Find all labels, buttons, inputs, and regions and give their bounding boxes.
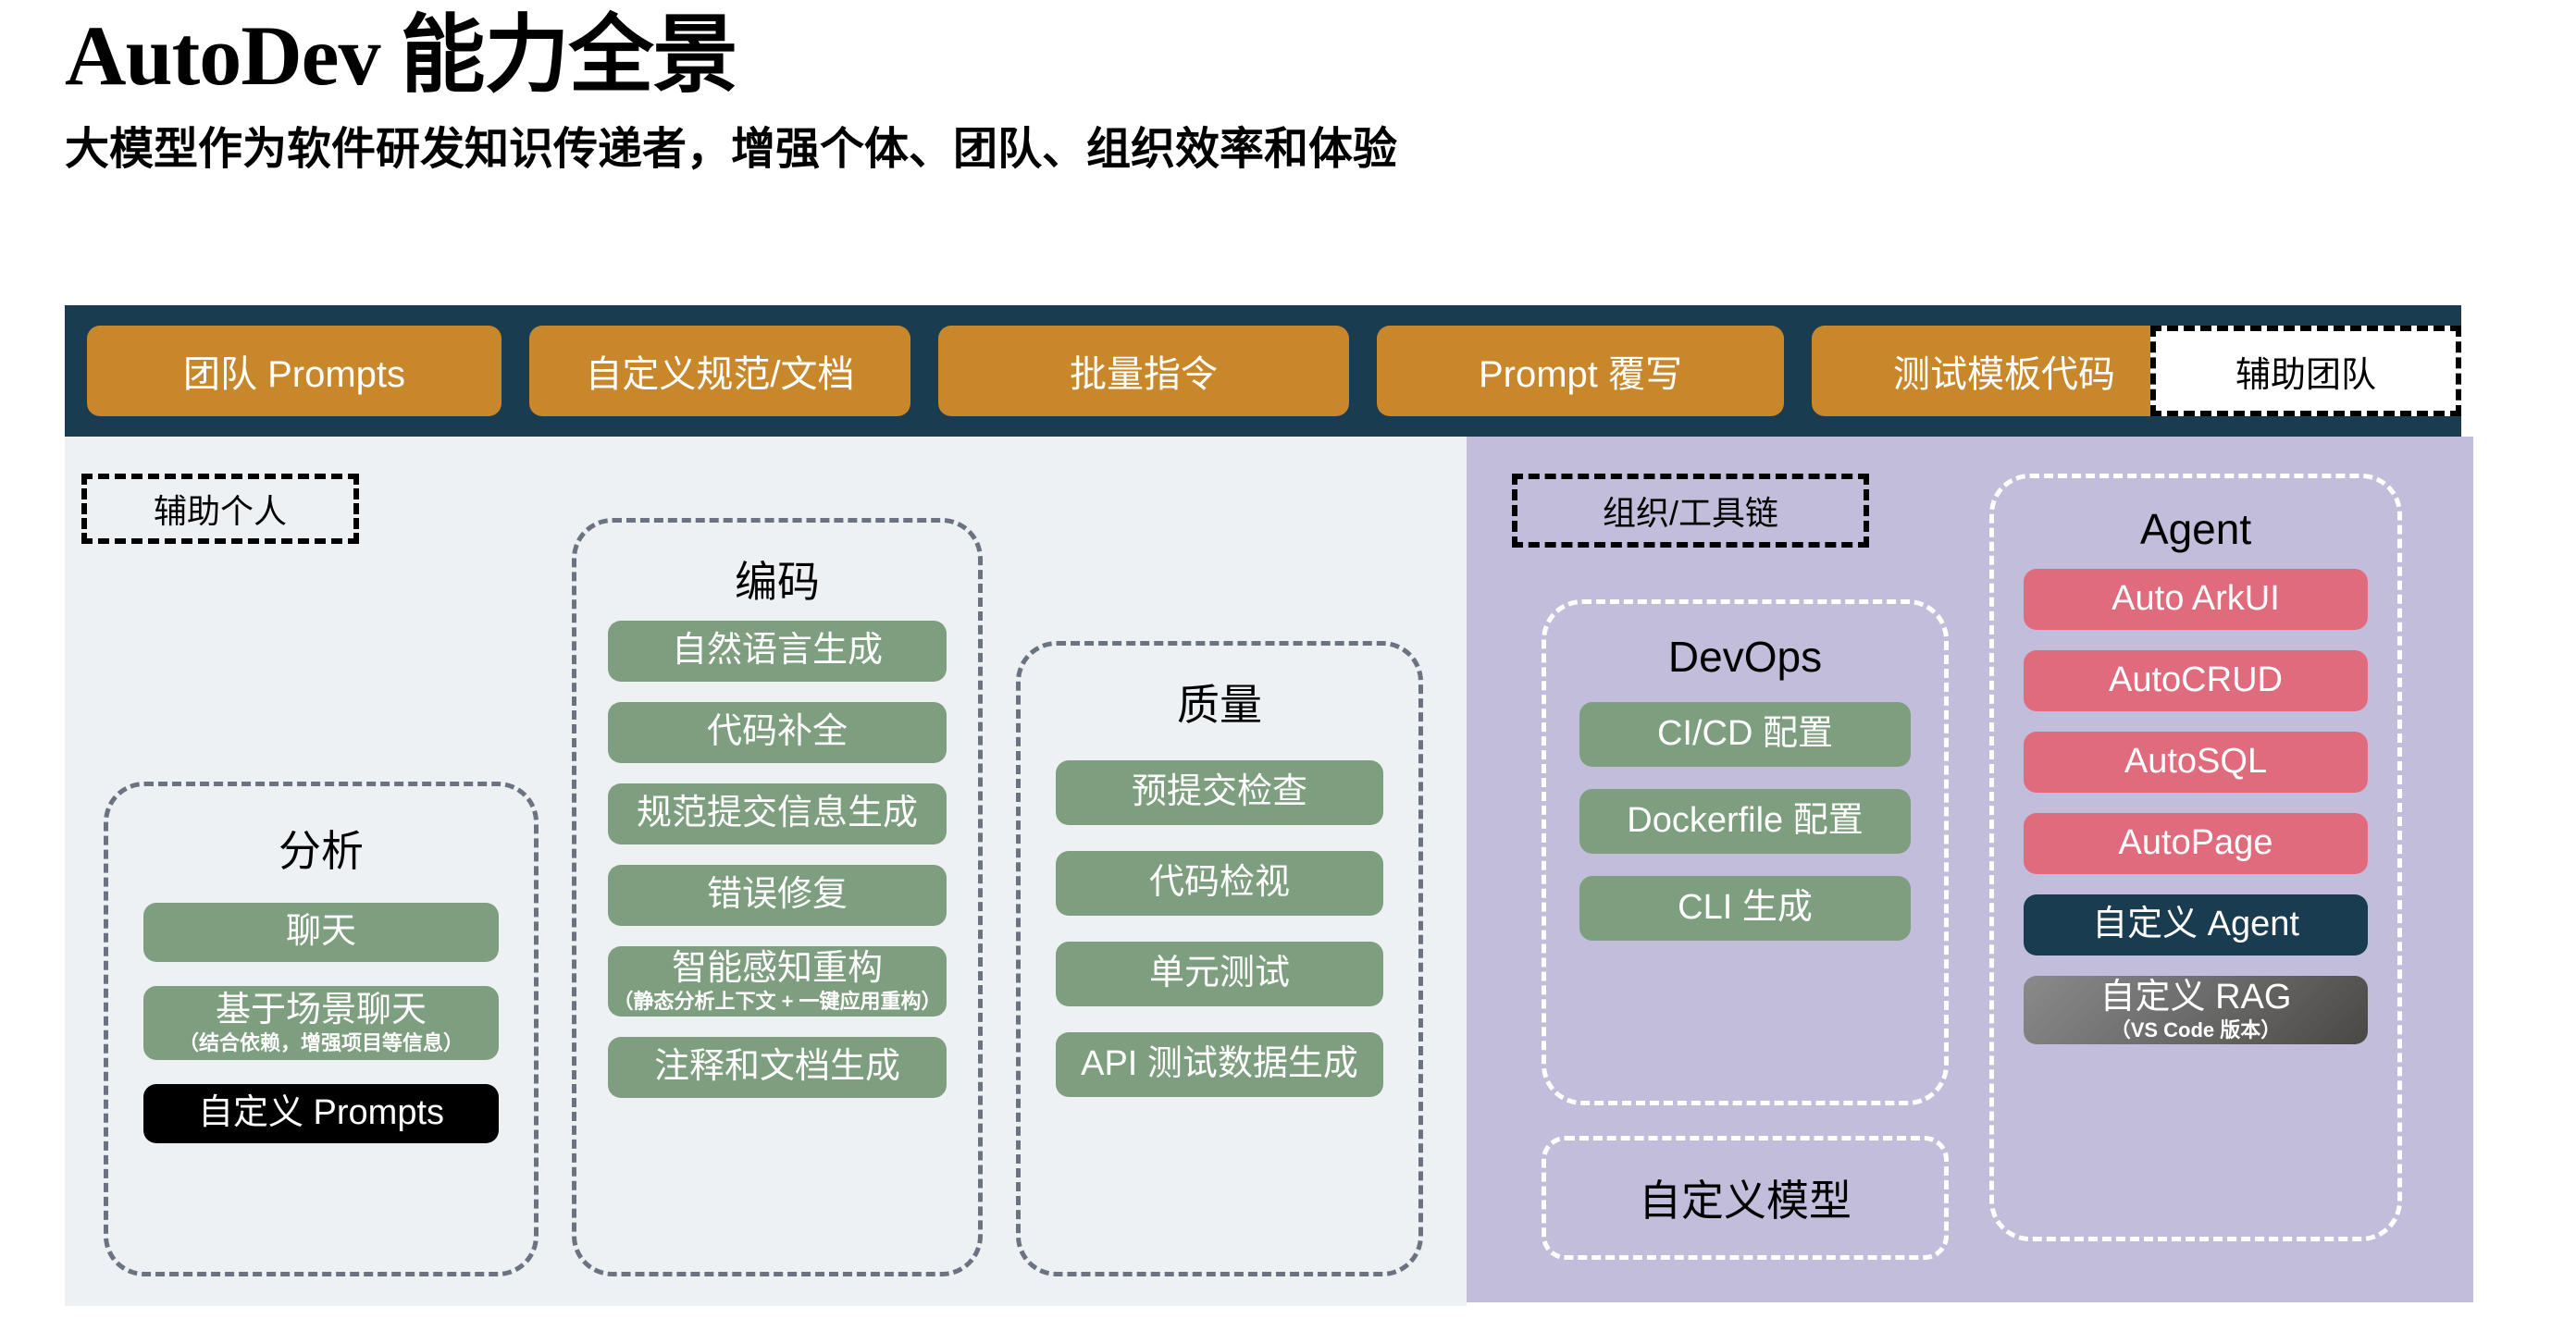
item-autosql[interactable]: AutoSQL (2024, 732, 2368, 793)
page-title: AutoDev 能力全景 (65, 8, 738, 103)
item-cli-generation[interactable]: CLI 生成 (1579, 876, 1911, 941)
item-label: 基于场景聊天 (215, 990, 427, 1029)
group-agent: Agent Auto ArkUI AutoCRUD AutoSQL AutoPa… (1989, 474, 2402, 1241)
item-label: 聊天 (285, 912, 356, 952)
assist-team-label: 辅助团队 (2150, 326, 2461, 416)
item-label: CI/CD 配置 (1656, 714, 1833, 754)
assist-individual-label: 辅助个人 (81, 474, 359, 544)
group-agent-title: Agent (2139, 505, 2252, 553)
page-subtitle: 大模型作为软件研发知识传递者，增强个体、团队、组织效率和体验 (65, 125, 1398, 174)
item-natural-language-generation[interactable]: 自然语言生成 (608, 621, 947, 682)
group-devops-items: CI/CD 配置 Dockerfile 配置 CLI 生成 (1546, 702, 1944, 941)
item-unit-test[interactable]: 单元测试 (1056, 942, 1383, 1006)
item-custom-agent[interactable]: 自定义 Agent (2024, 894, 2368, 955)
item-sublabel: （VS Code 版本） (2110, 1018, 2282, 1042)
item-label: Auto ArkUI (2112, 579, 2280, 619)
chip-team-prompts[interactable]: 团队 Prompts (87, 326, 502, 416)
item-autopage[interactable]: AutoPage (2024, 813, 2368, 874)
item-error-fix[interactable]: 错误修复 (608, 865, 947, 926)
item-custom-prompts[interactable]: 自定义 Prompts (143, 1084, 499, 1143)
org-toolchain-label: 组织/工具链 (1512, 474, 1869, 548)
item-smart-refactor[interactable]: 智能感知重构 （静态分析上下文 + 一键应用重构） (608, 946, 947, 1017)
item-label: 自定义 Agent (2092, 905, 2299, 944)
item-chat[interactable]: 聊天 (143, 903, 499, 962)
group-coding-items: 自然语言生成 代码补全 规范提交信息生成 错误修复 智能感知重构 （静态分析上下… (576, 621, 978, 1098)
item-label: 注释和文档生成 (653, 1047, 900, 1087)
item-label: 预提交检查 (1131, 772, 1307, 812)
item-label: 智能感知重构 (671, 948, 883, 988)
group-agent-items: Auto ArkUI AutoCRUD AutoSQL AutoPage 自定义… (1994, 569, 2397, 1044)
chip-prompt-override[interactable]: Prompt 覆写 (1377, 326, 1784, 416)
item-api-test-data-generation[interactable]: API 测试数据生成 (1056, 1032, 1383, 1097)
group-analysis-title: 分析 (279, 827, 364, 875)
item-pre-commit-check[interactable]: 预提交检查 (1056, 760, 1383, 825)
item-label: API 测试数据生成 (1081, 1044, 1358, 1084)
item-label: AutoCRUD (2109, 660, 2283, 700)
chip-custom-spec-doc[interactable]: 自定义规范/文档 (529, 326, 910, 416)
top-capability-bar: 团队 Prompts 自定义规范/文档 批量指令 Prompt 覆写 测试模板代… (65, 305, 2461, 437)
item-label: 规范提交信息生成 (636, 794, 918, 833)
item-code-completion[interactable]: 代码补全 (608, 702, 947, 763)
item-label: 错误修复 (706, 875, 848, 915)
item-label: 自定义 Prompts (197, 1093, 445, 1133)
item-label: 代码检视 (1148, 863, 1290, 903)
item-label: 自然语言生成 (671, 631, 883, 671)
page-header: AutoDev 能力全景 大模型作为软件研发知识传递者，增强个体、团队、组织效率… (65, 0, 2471, 172)
item-auto-arkui[interactable]: Auto ArkUI (2024, 569, 2368, 630)
chip-batch-command[interactable]: 批量指令 (938, 326, 1349, 416)
item-label: 自定义 RAG (2099, 977, 2292, 1017)
item-label: AutoPage (2118, 823, 2273, 863)
item-commit-message-generation[interactable]: 规范提交信息生成 (608, 783, 947, 844)
group-quality-items: 预提交检查 代码检视 单元测试 API 测试数据生成 (1021, 760, 1418, 1097)
item-scenario-chat[interactable]: 基于场景聊天 （结合依赖，增强项目等信息） (143, 986, 499, 1060)
item-autocrud[interactable]: AutoCRUD (2024, 650, 2368, 711)
item-label: AutoSQL (2124, 742, 2268, 782)
item-label: 单元测试 (1148, 954, 1290, 993)
group-quality: 质量 预提交检查 代码检视 单元测试 API 测试数据生成 (1016, 641, 1423, 1276)
group-analysis-items: 聊天 基于场景聊天 （结合依赖，增强项目等信息） 自定义 Prompts (108, 903, 534, 1143)
item-code-review[interactable]: 代码检视 (1056, 851, 1383, 916)
item-dockerfile-config[interactable]: Dockerfile 配置 (1579, 789, 1911, 854)
item-sublabel: （静态分析上下文 + 一键应用重构） (613, 990, 942, 1014)
item-label: 代码补全 (706, 712, 848, 752)
custom-model-box[interactable]: 自定义模型 (1542, 1136, 1949, 1260)
chip-test-template-code[interactable]: 测试模板代码 (1812, 326, 2197, 416)
item-sublabel: （结合依赖，增强项目等信息） (178, 1031, 464, 1055)
item-custom-rag[interactable]: 自定义 RAG （VS Code 版本） (2024, 976, 2368, 1044)
group-devops: DevOps CI/CD 配置 Dockerfile 配置 CLI 生成 (1542, 599, 1949, 1105)
top-chip-row: 团队 Prompts 自定义规范/文档 批量指令 Prompt 覆写 测试模板代… (87, 326, 2197, 416)
group-analysis: 分析 聊天 基于场景聊天 （结合依赖，增强项目等信息） 自定义 Prompts (104, 782, 539, 1276)
item-comment-doc-generation[interactable]: 注释和文档生成 (608, 1037, 947, 1098)
item-label: Dockerfile 配置 (1627, 801, 1864, 841)
group-coding-title: 编码 (735, 558, 820, 606)
group-devops-title: DevOps (1667, 633, 1823, 681)
group-coding: 编码 自然语言生成 代码补全 规范提交信息生成 错误修复 智能感知重构 （静态分… (572, 518, 983, 1276)
group-quality-title: 质量 (1177, 681, 1262, 729)
item-label: CLI 生成 (1678, 888, 1813, 928)
item-cicd-config[interactable]: CI/CD 配置 (1579, 702, 1911, 767)
